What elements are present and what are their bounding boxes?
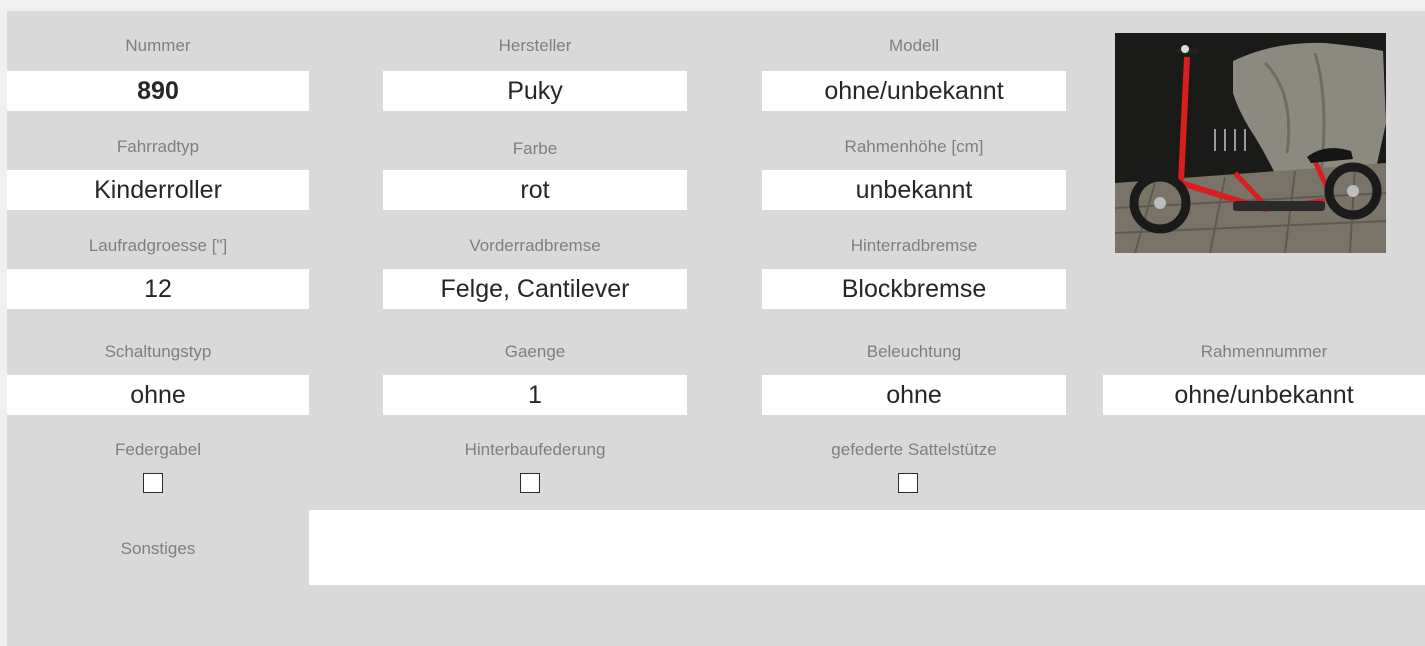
rahmennummer-value: ohne/unbekannt — [1103, 375, 1425, 415]
vorderradbremse-value: Felge, Cantilever — [383, 269, 687, 309]
fahrradtyp-value: Kinderroller — [7, 170, 309, 210]
beleuchtung-label: Beleuchtung — [866, 342, 962, 361]
hersteller-value: Puky — [383, 71, 687, 111]
vorderradbremse-label: Vorderradbremse — [469, 236, 601, 255]
modell-value: ohne/unbekannt — [762, 71, 1066, 111]
bike-detail-panel: Nummer 890 Hersteller Puky Modell ohne/u… — [7, 11, 1425, 646]
hinterbaufederung-checkbox[interactable] — [520, 473, 540, 493]
sonstiges-field[interactable] — [309, 510, 1425, 585]
nummer-value: 890 — [7, 71, 309, 111]
rahmennummer-label: Rahmennummer — [1200, 342, 1328, 361]
federgabel-checkbox[interactable] — [143, 473, 163, 493]
beleuchtung-value: ohne — [762, 375, 1066, 415]
scooter-photo — [1115, 33, 1386, 253]
rahmenhoehe-value: unbekannt — [762, 170, 1066, 210]
hinterbaufederung-label: Hinterbaufederung — [464, 440, 606, 459]
modell-label: Modell — [888, 36, 940, 55]
laufradgroesse-value: 12 — [7, 269, 309, 309]
gaenge-value: 1 — [383, 375, 687, 415]
sonstiges-label: Sonstiges — [120, 539, 196, 558]
schaltungstyp-label: Schaltungstyp — [104, 342, 212, 361]
farbe-label: Farbe — [512, 139, 558, 158]
gaenge-label: Gaenge — [504, 342, 566, 361]
sattelstuetze-label: gefederte Sattelstütze — [831, 440, 997, 459]
rahmenhoehe-label: Rahmenhöhe [cm] — [844, 137, 984, 156]
fahrradtyp-label: Fahrradtyp — [116, 137, 200, 156]
hinterradbremse-label: Hinterradbremse — [850, 236, 978, 255]
federgabel-label: Federgabel — [114, 440, 201, 459]
hinterradbremse-value: Blockbremse — [762, 269, 1066, 309]
farbe-value: rot — [383, 170, 687, 210]
hersteller-label: Hersteller — [498, 36, 572, 55]
laufradgroesse-label: Laufradgroesse ["] — [88, 236, 228, 255]
sattelstuetze-checkbox[interactable] — [898, 473, 918, 493]
nummer-label: Nummer — [125, 36, 191, 55]
schaltungstyp-value: ohne — [7, 375, 309, 415]
